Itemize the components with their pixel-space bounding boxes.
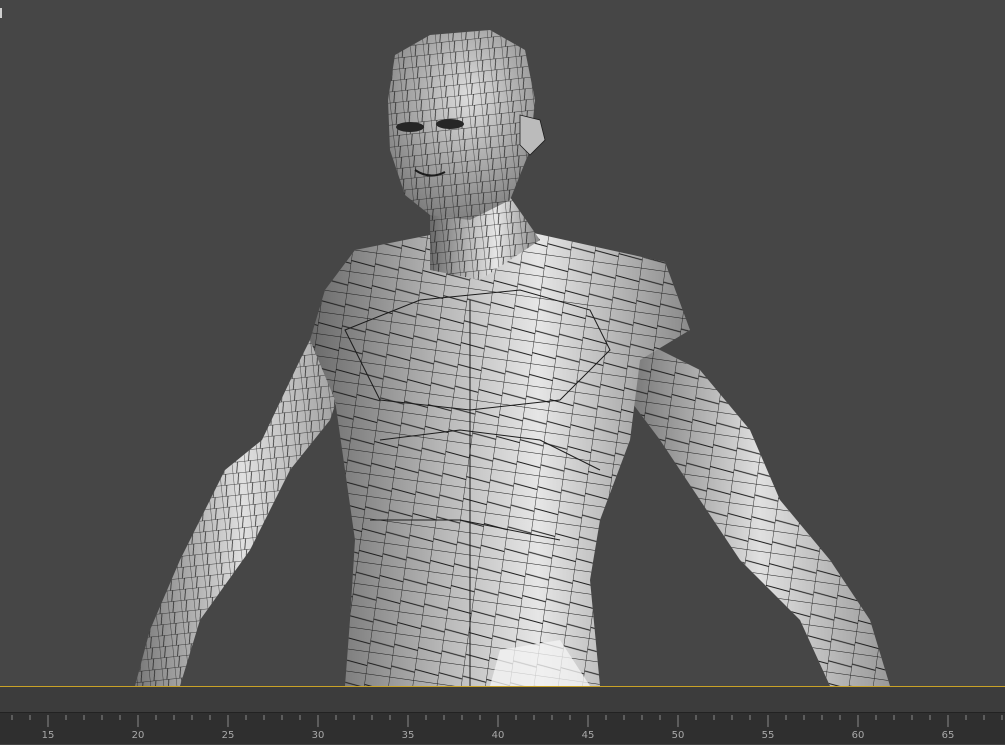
tick-label: 15: [42, 730, 55, 741]
tick-label: 60: [852, 730, 865, 741]
tick-label: 25: [222, 730, 235, 741]
timeline-ticks: 15 20 25 30 35 40 45 50 55 60 65: [11, 715, 1003, 741]
tick-label: 55: [762, 730, 775, 741]
time-slider-track[interactable]: [0, 686, 1005, 712]
character-mesh[interactable]: [0, 0, 1005, 686]
torso: [310, 230, 690, 686]
timeline-ruler[interactable]: 15 20 25 30 35 40 45 50 55 60 65: [0, 712, 1005, 744]
tick-label: 30: [312, 730, 325, 741]
tick-label: 45: [582, 730, 595, 741]
right-arm: [630, 340, 890, 686]
tick-label: 50: [672, 730, 685, 741]
tick-label: 40: [492, 730, 505, 741]
tick-label: 65: [942, 730, 955, 741]
tick-label: 35: [402, 730, 415, 741]
3d-viewport[interactable]: [0, 0, 1005, 686]
head: [388, 30, 546, 220]
tick-label: 20: [132, 730, 145, 741]
